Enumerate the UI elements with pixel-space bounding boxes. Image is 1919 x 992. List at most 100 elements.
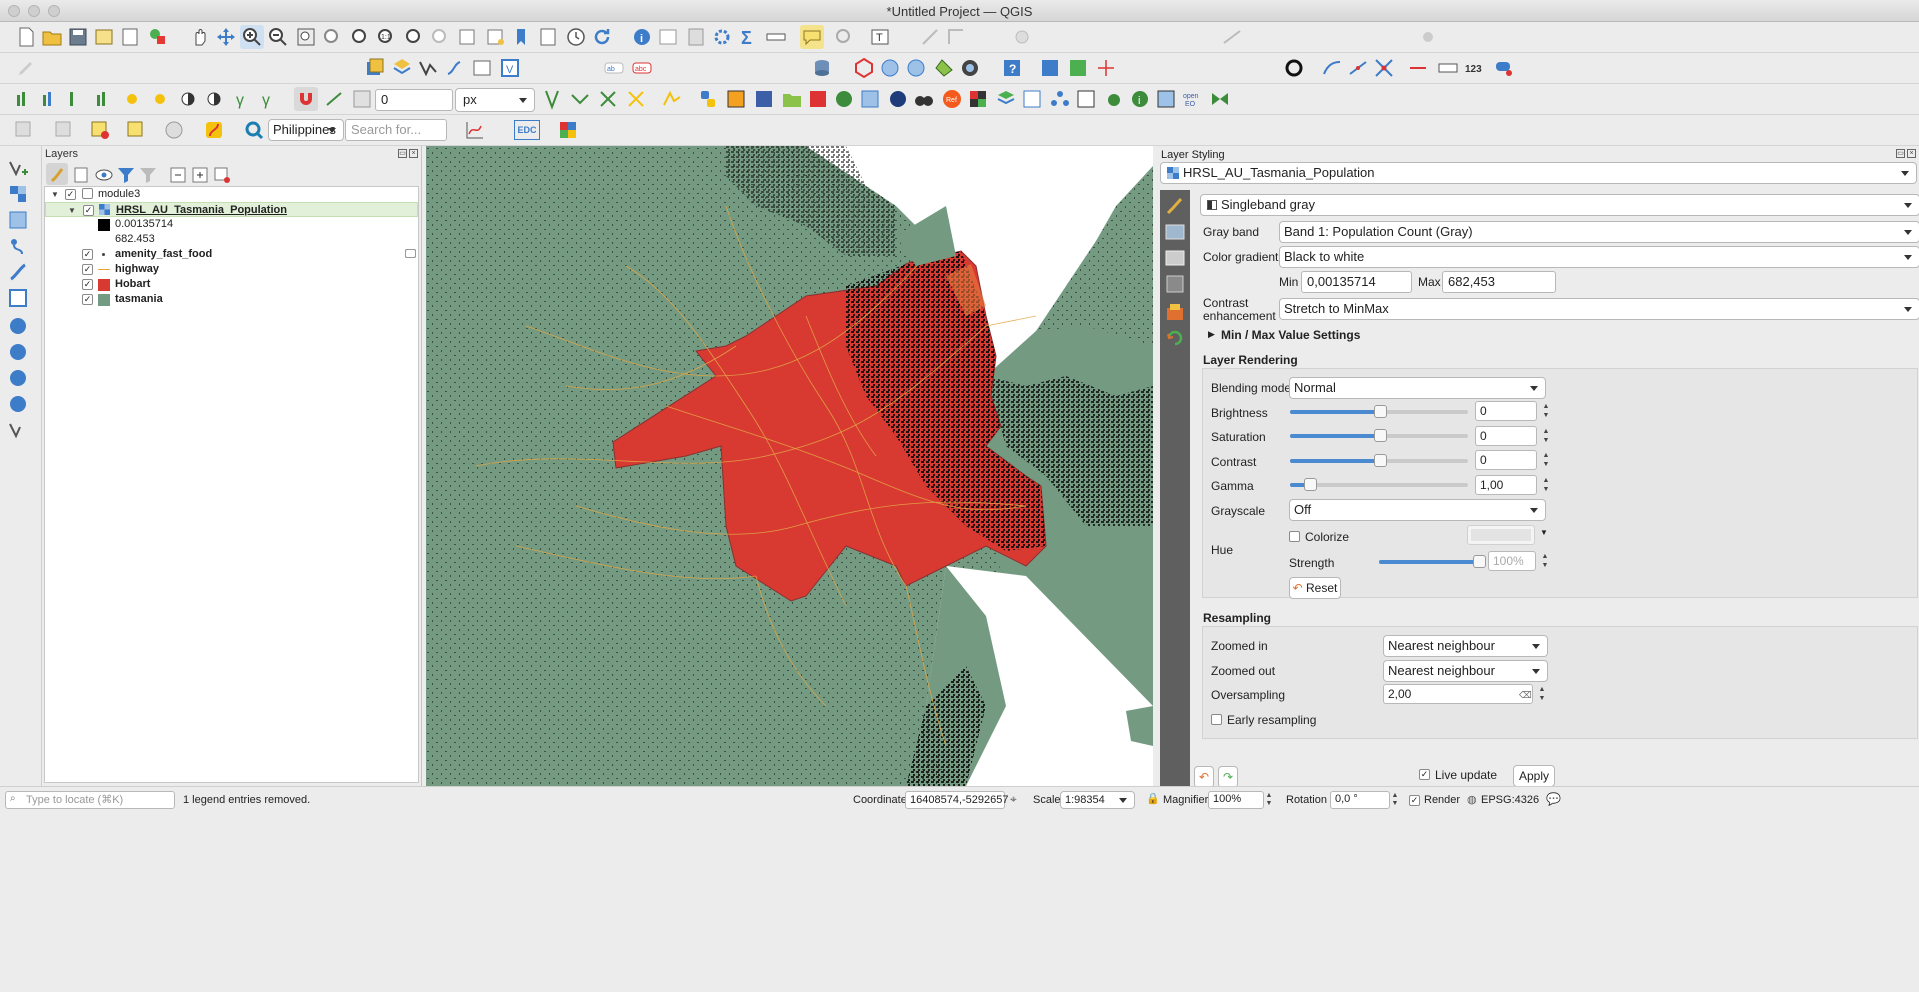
vertex-tool-icon[interactable] (1220, 25, 1244, 49)
brightness-spinbox[interactable]: 0 ▲ ▼ (1475, 401, 1549, 421)
history-tab-icon[interactable] (1163, 326, 1187, 346)
identify-icon[interactable]: i (630, 25, 654, 49)
add-spatialite-icon[interactable] (470, 56, 494, 80)
plugin-openeo-icon[interactable]: open EO (1182, 87, 1206, 111)
statistical-summary-icon[interactable]: Σ (736, 25, 760, 49)
symbology-tab-icon[interactable] (1163, 194, 1187, 215)
open-project-icon[interactable] (40, 25, 64, 49)
add-group-icon[interactable] (70, 163, 92, 185)
topological-editing-icon[interactable] (540, 87, 564, 111)
crs-button[interactable]: EPSG:4326 (1481, 794, 1539, 806)
layout-manager-icon[interactable] (118, 25, 142, 49)
segment-tool-icon[interactable] (1406, 56, 1430, 80)
renderer-select[interactable]: Singleband gray (1200, 194, 1919, 216)
zoom-native-icon[interactable]: 1:1 (374, 25, 398, 49)
refresh-icon[interactable] (590, 25, 614, 49)
map-tips-icon[interactable] (800, 25, 824, 49)
sync-icon[interactable] (1066, 56, 1090, 80)
saturation-spinbox[interactable]: 0 ▲ ▼ (1475, 426, 1549, 446)
magnifier-spinbox[interactable]: 100% ▲ ▼ (1208, 791, 1272, 809)
snapping-magnet-icon[interactable] (294, 87, 318, 111)
plugin-ref-icon[interactable]: Ref (940, 87, 964, 111)
layer-checkbox[interactable]: ✓ (82, 264, 93, 275)
add-spatialite-layer-icon[interactable] (6, 286, 30, 310)
close-panel-icon[interactable]: × (409, 149, 418, 158)
layer-row-tasmania[interactable]: ✓ tasmania (45, 292, 418, 307)
zoom-in-icon[interactable] (240, 25, 264, 49)
transparency-tab-icon[interactable] (1163, 220, 1187, 240)
zoom-out-icon[interactable] (266, 25, 290, 49)
lock-scale-icon[interactable]: 🔒 (1146, 792, 1160, 805)
profile-tool-icon[interactable] (463, 118, 487, 142)
rotation-spinbox[interactable]: 0,0 ° ▲ ▼ (1330, 791, 1398, 809)
contrast-plus-icon[interactable] (176, 87, 200, 111)
locator-bar[interactable]: Type to locate (⌘K) (5, 791, 175, 809)
layer-row-hobart[interactable]: ✓ Hobart (45, 277, 418, 292)
plugin-qr-icon[interactable] (556, 118, 580, 142)
new-virtual-layer-icon[interactable] (6, 418, 30, 442)
plugin-target-icon[interactable] (752, 87, 776, 111)
group-checkbox[interactable]: ✓ (65, 189, 76, 200)
search-field[interactable]: Search for... (345, 119, 447, 141)
max-input[interactable]: 682,453 (1442, 271, 1556, 293)
pan-map-icon[interactable] (188, 25, 212, 49)
layer-row-population[interactable]: ▼ ✓ HRSL_AU_Tasmania_Population (45, 202, 418, 217)
snapping-type-icon[interactable] (350, 87, 374, 111)
zoom-last-icon[interactable] (402, 25, 426, 49)
new-map-view-icon[interactable] (456, 25, 480, 49)
locator-search-icon[interactable] (242, 118, 266, 142)
snap-intersection-icon[interactable] (568, 87, 592, 111)
self-snapping-icon[interactable] (624, 87, 648, 111)
strength-slider[interactable] (1379, 555, 1486, 568)
wms-icon[interactable] (878, 56, 902, 80)
zoom-full-icon[interactable] (294, 25, 318, 49)
render-checkbox[interactable]: ✓ (1409, 795, 1420, 806)
add-delimited-text-icon[interactable] (442, 56, 466, 80)
undo-style-icon[interactable]: ↶ (1194, 766, 1214, 788)
plugin-grid-icon[interactable] (724, 87, 748, 111)
scale-select[interactable]: 1:98354 (1060, 791, 1135, 809)
zoomed-in-select[interactable]: Nearest neighbour (1383, 635, 1548, 657)
plugin-red-icon[interactable] (806, 87, 830, 111)
numbering-icon[interactable]: 123 (1464, 56, 1488, 80)
collapse-all-icon[interactable] (188, 163, 210, 185)
new-layer-icon[interactable] (362, 56, 386, 80)
extents-toggle-icon[interactable]: ⌖ (1010, 792, 1017, 807)
expand-arrow-icon[interactable]: ▶ (1208, 329, 1215, 340)
plugin-map-icon[interactable] (1154, 87, 1178, 111)
layer-checkbox[interactable]: ✓ (82, 279, 93, 290)
apply-button[interactable]: Apply (1513, 765, 1555, 787)
plugin-folder-icon[interactable] (780, 87, 804, 111)
plugin-info-icon[interactable]: i (1128, 87, 1152, 111)
add-mesh-layer-icon[interactable] (6, 208, 30, 232)
map-canvas[interactable] (426, 146, 1153, 786)
plugin-face-icon[interactable] (162, 118, 186, 142)
layer-checkbox[interactable]: ✓ (82, 249, 93, 260)
layer-row-fast-food[interactable]: ✓ amenity_fast_food (45, 247, 418, 262)
add-raster-layer-icon[interactable] (6, 182, 30, 206)
add-postgis-layer-icon[interactable] (6, 260, 30, 284)
float-panel-icon[interactable]: ▭ (398, 149, 407, 158)
expand-all-icon[interactable] (166, 163, 188, 185)
select-location-icon[interactable] (124, 118, 148, 142)
layer-row-highway[interactable]: ✓ highway (45, 249, 418, 277)
plugin-globe-icon[interactable] (958, 56, 982, 80)
ruler-tool-icon[interactable] (1436, 56, 1460, 80)
measure-line-icon[interactable] (764, 25, 788, 49)
temporal-controller-icon[interactable] (564, 25, 588, 49)
color-gradient-select[interactable]: Black to white (1279, 246, 1919, 268)
plugin-grid2-icon[interactable] (1020, 87, 1044, 111)
collapse-arrow-icon[interactable]: ▼ (68, 203, 76, 218)
plugin-bug-icon[interactable] (1102, 87, 1126, 111)
snap-unit-select[interactable]: px (455, 88, 535, 112)
gamma-spinbox[interactable]: 1,00 ▲ ▼ (1475, 475, 1549, 495)
gray-band-select[interactable]: Band 1: Population Count (Gray) (1279, 221, 1919, 243)
plugin-earth-icon[interactable] (886, 87, 910, 111)
add-vector-layer-icon[interactable] (6, 156, 30, 180)
sun-plus-icon[interactable] (120, 87, 144, 111)
plugin-binoculars-icon[interactable] (912, 87, 936, 111)
clear-field-icon[interactable]: ⌫ (1519, 688, 1532, 702)
digitize-tool-icon[interactable] (918, 25, 942, 49)
new-3d-map-icon[interactable] (484, 25, 508, 49)
plugin-tool-icon[interactable] (1416, 25, 1440, 49)
